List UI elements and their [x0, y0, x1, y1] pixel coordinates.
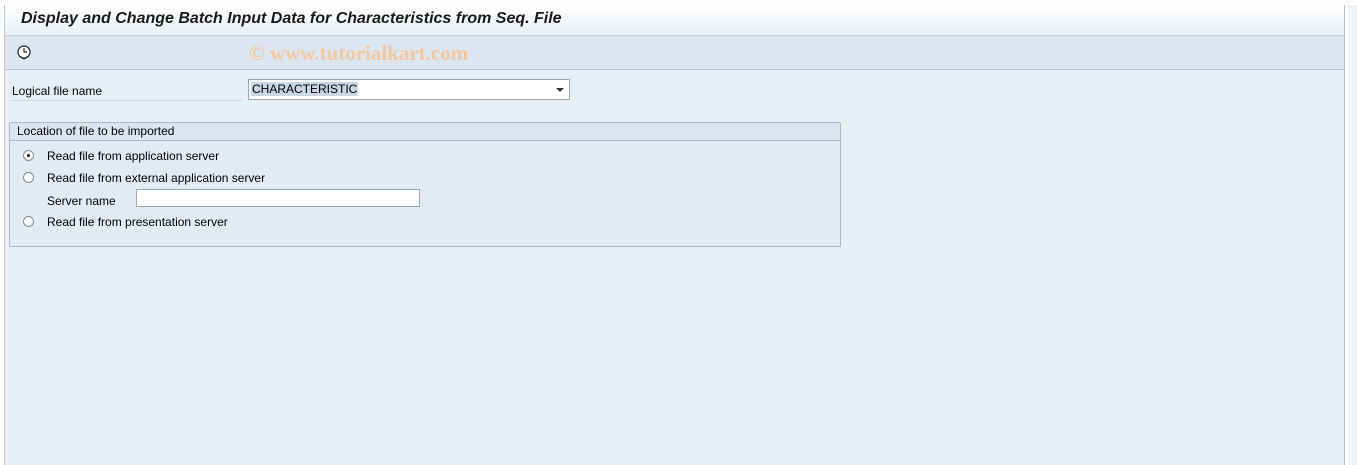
logical-file-name-label: Logical file name: [12, 82, 242, 101]
page-title: Display and Change Batch Input Data for …: [21, 10, 562, 27]
radio-button[interactable]: [23, 216, 34, 227]
title-bar: Display and Change Batch Input Data for …: [5, 5, 1344, 36]
server-name-label: Server name: [47, 194, 116, 208]
logical-file-name-value: CHARACTERISTIC: [251, 82, 359, 96]
group-header: Location of file to be imported: [10, 123, 840, 141]
radio-label: Read file from application server: [47, 149, 220, 163]
sap-window: Display and Change Batch Input Data for …: [4, 5, 1345, 465]
radio-label: Read file from presentation server: [47, 215, 228, 229]
right-edge-strip: [1348, 5, 1357, 465]
radio-button[interactable]: [23, 172, 34, 183]
watermark-text: © www.tutorialkart.com: [249, 41, 469, 65]
group-title: Location of file to be imported: [17, 124, 175, 138]
server-name-input[interactable]: [136, 189, 420, 207]
chevron-down-icon[interactable]: [553, 83, 567, 97]
location-group-box: Location of file to be imported Read fil…: [9, 122, 841, 247]
logical-file-name-dropdown[interactable]: CHARACTERISTIC: [248, 79, 570, 100]
application-toolbar: © www.tutorialkart.com: [5, 36, 1344, 70]
clock-execute-icon[interactable]: [16, 44, 32, 60]
radio-label: Read file from external application serv…: [47, 171, 266, 185]
radio-button-selected[interactable]: [23, 150, 34, 161]
